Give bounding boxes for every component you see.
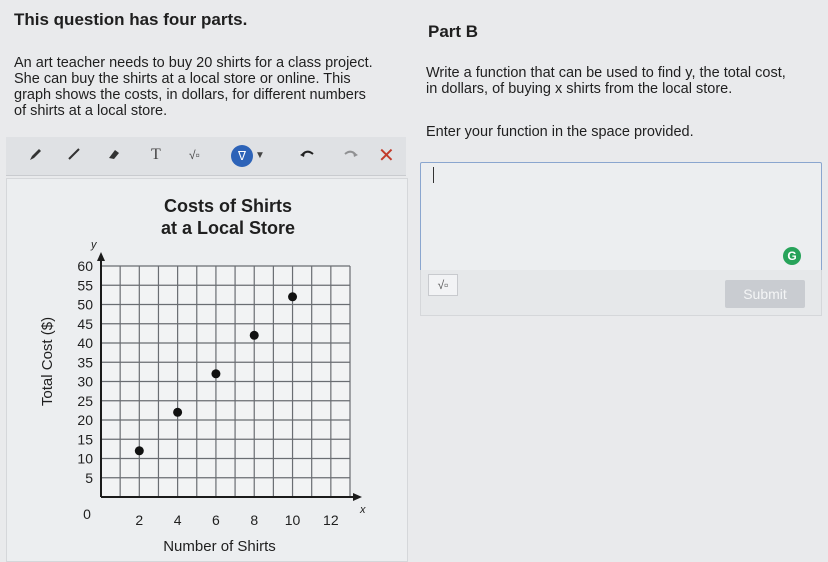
y-tick-label: 20: [77, 412, 93, 428]
equation-editor-button[interactable]: √▫: [428, 274, 458, 296]
x-tick-label: 6: [212, 512, 220, 528]
grammar-check-icon[interactable]: G: [783, 247, 801, 265]
part-heading: Part B: [428, 22, 479, 41]
data-point: [173, 407, 183, 417]
y-tick-label: 30: [77, 374, 93, 390]
submit-button[interactable]: Submit: [725, 280, 805, 308]
x-axis-arrow: [353, 493, 362, 501]
instruction-line: in dollars, of buying x shirts from the …: [426, 81, 733, 97]
y-tick-label: 25: [77, 393, 93, 409]
function-answer-input[interactable]: [420, 162, 822, 272]
data-point: [249, 330, 259, 340]
enter-function-text: Enter your function in the space provide…: [426, 124, 694, 140]
y-axis-letter: y: [90, 239, 98, 251]
y-tick-label: 35: [77, 354, 93, 370]
origin-label: 0: [83, 506, 91, 522]
data-point: [211, 369, 221, 379]
y-tick-label: 45: [77, 316, 93, 332]
x-tick-label: 4: [174, 512, 182, 528]
instruction-line: Write a function that can be used to fin…: [426, 65, 786, 81]
x-axis-label: Number of Shirts: [163, 538, 276, 555]
x-tick-label: 12: [323, 512, 339, 528]
y-tick-label: 50: [77, 297, 93, 313]
data-point: [288, 292, 298, 302]
y-axis-arrow: [97, 252, 105, 261]
x-tick-label: 2: [135, 512, 143, 528]
scatter-chart: x y 5 10 15 20 25 30 35 40 45 50 55 60 2 4 6 8 10 12 0 Number…: [39, 239, 366, 555]
y-tick-label: 5: [85, 470, 93, 486]
y-tick-label: 10: [77, 451, 93, 467]
y-tick-label: 40: [77, 335, 93, 351]
x-tick-label: 8: [250, 512, 258, 528]
part-instructions: Write a function that can be used to fin…: [426, 65, 826, 97]
y-tick-label: 55: [77, 277, 93, 293]
text-cursor: [433, 167, 434, 183]
y-tick-label: 60: [77, 258, 93, 274]
x-tick-label: 10: [285, 512, 301, 528]
y-tick-label: 15: [77, 431, 93, 447]
x-axis-letter: x: [359, 504, 366, 516]
data-point: [134, 446, 144, 456]
y-axis-label: Total Cost ($): [39, 317, 56, 406]
